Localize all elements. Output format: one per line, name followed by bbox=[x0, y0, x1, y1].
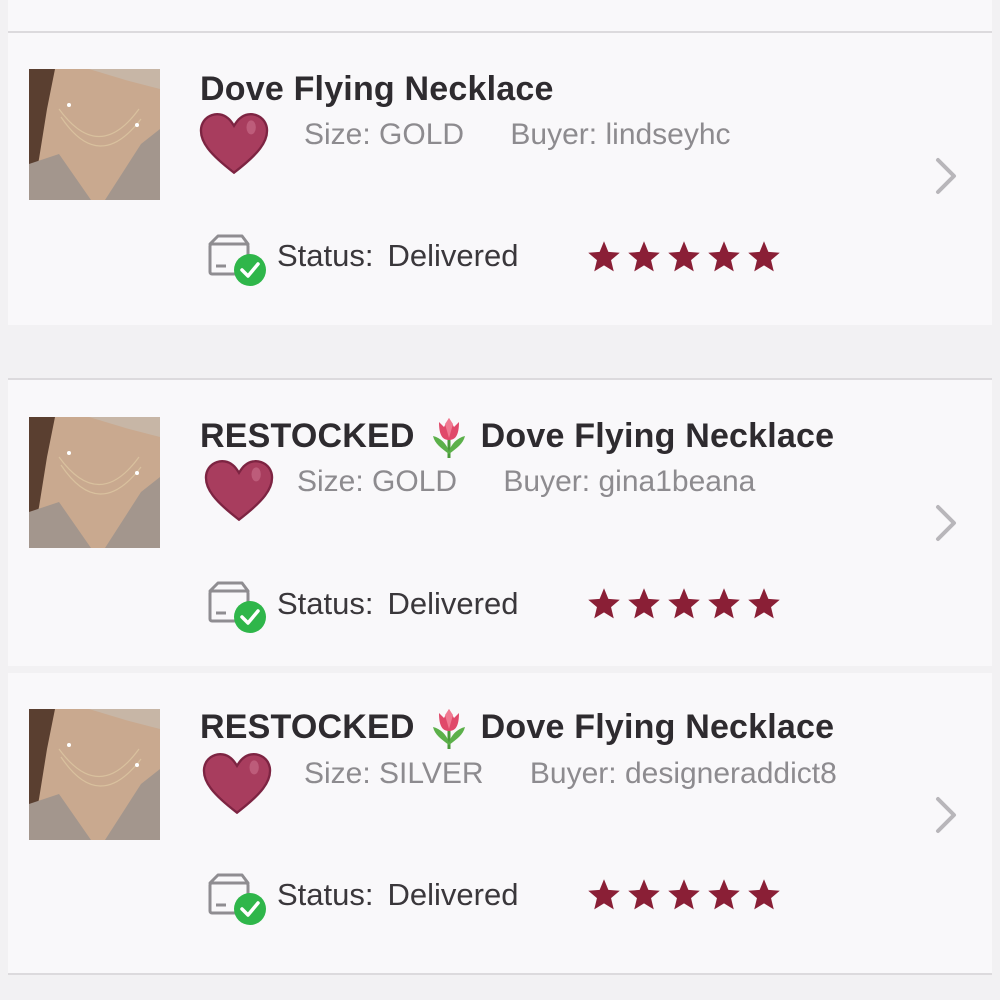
order-meta: Size: SILVER Buyer: designeraddict8 bbox=[304, 757, 837, 791]
star-icon bbox=[588, 588, 620, 619]
buyer-value: designeraddict8 bbox=[624, 757, 837, 790]
top-strip bbox=[8, 0, 992, 31]
title-text: Dove Flying Necklace bbox=[200, 69, 554, 108]
star-icon bbox=[588, 879, 620, 910]
star-icon bbox=[628, 241, 660, 272]
product-thumbnail[interactable] bbox=[29, 69, 160, 200]
buyer-label: Buyer: bbox=[503, 465, 591, 498]
star-icon bbox=[708, 588, 740, 619]
order-title[interactable]: RESTOCKED Dove Flying Necklace bbox=[200, 705, 834, 749]
chevron-right-icon[interactable] bbox=[928, 156, 962, 196]
order-status: Status: Delivered bbox=[277, 238, 518, 274]
order-meta: Size: GOLD Buyer: lindseyhc bbox=[304, 118, 731, 152]
heart-icon[interactable] bbox=[200, 451, 278, 529]
size-value: GOLD bbox=[379, 118, 465, 151]
rating-stars bbox=[586, 586, 786, 626]
star-icon bbox=[628, 879, 660, 910]
title-text: Dove Flying Necklace bbox=[480, 707, 835, 746]
delivered-box-icon bbox=[202, 232, 266, 288]
buyer-value: gina1beana bbox=[598, 465, 756, 498]
delivered-box-icon bbox=[202, 871, 266, 927]
star-icon bbox=[668, 241, 700, 272]
product-thumbnail[interactable] bbox=[29, 709, 160, 840]
order-meta: Size: GOLD Buyer: gina1beana bbox=[297, 465, 755, 499]
size-label: Size: bbox=[304, 118, 371, 151]
status-label: Status: bbox=[277, 586, 374, 621]
size-value: SILVER bbox=[379, 757, 484, 790]
chevron-right-icon[interactable] bbox=[928, 795, 962, 835]
star-icon bbox=[708, 879, 740, 910]
star-icon bbox=[748, 588, 780, 619]
tulip-icon bbox=[425, 414, 473, 458]
star-icon bbox=[668, 588, 700, 619]
buyer-label: Buyer: bbox=[529, 757, 617, 790]
order-title[interactable]: RESTOCKED Dove Flying Necklace bbox=[200, 414, 834, 458]
product-thumbnail[interactable] bbox=[29, 417, 160, 548]
size-label: Size: bbox=[304, 757, 371, 790]
chevron-right-icon[interactable] bbox=[928, 503, 962, 543]
star-icon bbox=[748, 241, 780, 272]
buyer-value: lindseyhc bbox=[605, 118, 731, 151]
size-label: Size: bbox=[297, 465, 364, 498]
delivered-box-icon bbox=[202, 579, 266, 635]
status-value: Delivered bbox=[387, 586, 519, 621]
rating-stars bbox=[586, 877, 786, 917]
star-icon bbox=[668, 879, 700, 910]
title-prefix: RESTOCKED bbox=[200, 707, 415, 746]
status-value: Delivered bbox=[387, 238, 519, 273]
heart-icon[interactable] bbox=[198, 744, 276, 822]
divider bbox=[8, 973, 992, 975]
rating-stars bbox=[586, 239, 786, 279]
status-value: Delivered bbox=[387, 877, 519, 912]
order-status: Status: Delivered bbox=[277, 586, 518, 622]
size-value: GOLD bbox=[372, 465, 458, 498]
tulip-icon bbox=[425, 705, 473, 749]
star-icon bbox=[588, 241, 620, 272]
sold-orders-screen: Dove Flying Necklace Size: GOLD Buyer: l… bbox=[0, 0, 1000, 1000]
title-prefix: RESTOCKED bbox=[200, 416, 415, 455]
status-label: Status: bbox=[277, 877, 374, 912]
star-icon bbox=[628, 588, 660, 619]
title-text: Dove Flying Necklace bbox=[480, 416, 835, 455]
heart-icon[interactable] bbox=[195, 104, 273, 182]
status-label: Status: bbox=[277, 238, 374, 273]
star-icon bbox=[708, 241, 740, 272]
buyer-label: Buyer: bbox=[510, 118, 598, 151]
star-icon bbox=[748, 879, 780, 910]
order-status: Status: Delivered bbox=[277, 877, 518, 913]
